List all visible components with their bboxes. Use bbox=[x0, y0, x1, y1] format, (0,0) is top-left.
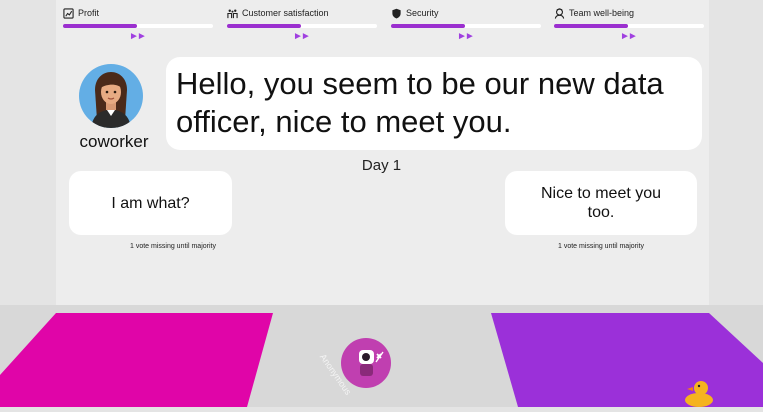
fast-forward-icon: ►► bbox=[457, 31, 475, 42]
meter-track bbox=[63, 24, 213, 28]
meter-team-well-being: Team well-being ►► bbox=[554, 6, 706, 44]
meter-fill bbox=[63, 24, 137, 28]
meter-label: Team well-being bbox=[569, 8, 635, 18]
meter-security: Security ►► bbox=[391, 6, 543, 44]
choice-label: Nice to meet you too. bbox=[540, 185, 662, 221]
fast-forward-icon: ►► bbox=[129, 31, 147, 42]
choice-label: I am what? bbox=[111, 194, 190, 212]
dialogue-text: Hello, you seem to be our new data offic… bbox=[176, 66, 664, 139]
profit-icon bbox=[63, 7, 74, 19]
player-token[interactable] bbox=[341, 338, 391, 388]
meter-profit: Profit ►► bbox=[63, 6, 215, 44]
speaker: coworker bbox=[76, 60, 148, 151]
team-icon bbox=[554, 7, 565, 19]
meter-fill bbox=[227, 24, 301, 28]
meter-track bbox=[391, 24, 541, 28]
choice-button-right[interactable]: Nice to meet you too. bbox=[505, 171, 697, 235]
customer-satisfaction-icon bbox=[227, 8, 238, 19]
meter-label: Security bbox=[406, 8, 439, 18]
meter-fill bbox=[554, 24, 628, 28]
meter-customer-satisfaction: Customer satisfaction ►► bbox=[227, 6, 379, 44]
vote-zone-right[interactable] bbox=[491, 313, 763, 407]
fast-forward-icon: ►► bbox=[620, 31, 638, 42]
speaker-name: coworker bbox=[79, 132, 149, 151]
shield-icon bbox=[391, 8, 402, 19]
vote-status-left: 1 vote missing until majority bbox=[130, 243, 216, 250]
avatar bbox=[79, 64, 143, 128]
fast-forward-icon: ►► bbox=[293, 31, 311, 42]
meter-label: Profit bbox=[78, 8, 100, 18]
dialogue-bubble: Hello, you seem to be our new data offic… bbox=[166, 57, 702, 150]
meter-label: Customer satisfaction bbox=[242, 8, 329, 18]
vote-status-right: 1 vote missing until majority bbox=[558, 243, 644, 250]
meter-track bbox=[554, 24, 704, 28]
meter-fill bbox=[391, 24, 465, 28]
game-panel bbox=[56, 0, 709, 305]
vote-zone-left[interactable] bbox=[0, 313, 273, 407]
choice-button-left[interactable]: I am what? bbox=[69, 171, 232, 235]
meter-track bbox=[227, 24, 377, 28]
duck-icon bbox=[682, 376, 716, 407]
